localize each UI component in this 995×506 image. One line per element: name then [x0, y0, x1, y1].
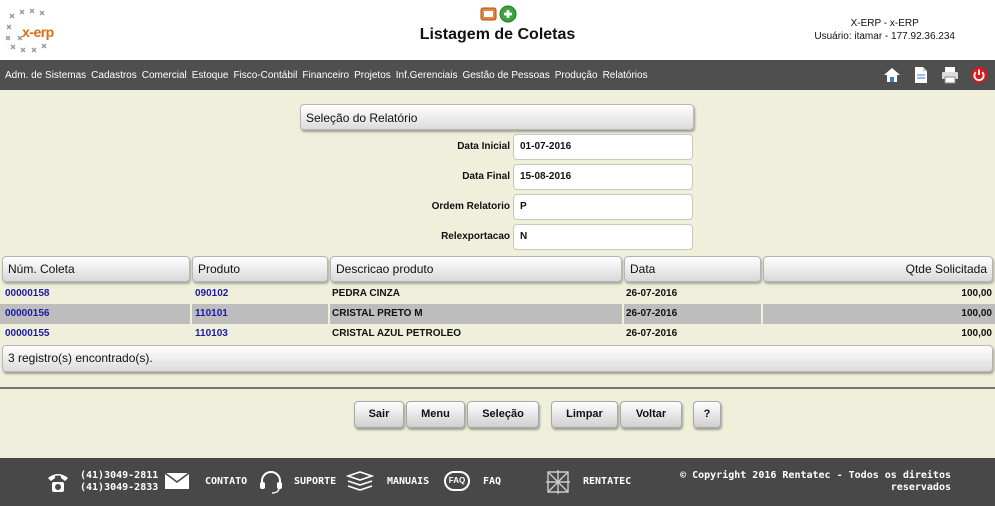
phone-number-1: (41)3049-2811: [80, 470, 159, 481]
row-separator: [622, 304, 624, 324]
toolbar-icons: [873, 66, 989, 84]
menu-gestao-pessoas[interactable]: Gestão de Pessoas: [462, 70, 549, 81]
column-header-qtde[interactable]: Qtde Solicitada: [763, 256, 993, 282]
relexportacao-input[interactable]: N: [513, 224, 693, 250]
faq-link[interactable]: FAQ: [483, 476, 501, 487]
row-separator: [328, 304, 330, 324]
data-inicial-input[interactable]: 01-07-2016: [513, 134, 693, 160]
row-produto-link[interactable]: 110101: [195, 304, 228, 324]
menu-button[interactable]: Menu: [406, 401, 465, 428]
data-final-input[interactable]: 15-08-2016: [513, 164, 693, 190]
phone-number-2: (41)3049-2833: [80, 482, 159, 493]
column-header-coleta[interactable]: Núm. Coleta: [2, 256, 190, 282]
manuais-link[interactable]: MANUAIS: [387, 476, 429, 487]
menubar: Adm. de Sistemas Cadastros Comercial Est…: [0, 60, 995, 90]
ordem-relatorio-label: Ordem Relatorio: [431, 201, 510, 212]
user-name: Usuário: itamar - 177.92.36.234: [814, 31, 955, 42]
column-header-data[interactable]: Data: [624, 256, 761, 282]
row-descricao: CRISTAL AZUL PETROLEO: [332, 328, 462, 339]
suporte-link[interactable]: SUPORTE: [294, 476, 336, 487]
row-coleta-link[interactable]: 00000156: [5, 304, 50, 324]
menu-cadastros[interactable]: Cadastros: [91, 70, 137, 81]
menu-estoque[interactable]: Estoque: [192, 70, 229, 81]
row-data: 26-07-2016: [626, 308, 678, 319]
menu-adm-sistemas[interactable]: Adm. de Sistemas: [5, 70, 86, 81]
row-coleta-link[interactable]: 00000158: [5, 284, 50, 304]
row-produto-link[interactable]: 090102: [195, 284, 228, 304]
table-row[interactable]: 00000156 110101 CRISTAL PRETO M 26-07-20…: [0, 304, 995, 324]
document-icon[interactable]: [911, 66, 931, 84]
row-qtde: 100,00: [961, 288, 992, 299]
row-produto-link[interactable]: 110103: [195, 324, 228, 344]
voltar-button[interactable]: Voltar: [620, 401, 682, 428]
menu-relatorios[interactable]: Relatórios: [603, 70, 648, 81]
limpar-button[interactable]: Limpar: [551, 401, 618, 428]
row-data: 26-07-2016: [626, 328, 678, 339]
home-icon[interactable]: [882, 66, 902, 84]
data-final-label: Data Final: [462, 171, 510, 182]
help-button[interactable]: ?: [693, 401, 721, 428]
table-row[interactable]: 00000155 110103 CRISTAL AZUL PETROLEO 26…: [0, 324, 995, 344]
menu-fisco-contabil[interactable]: Fisco-Contábil: [233, 70, 297, 81]
header-icons: [480, 4, 520, 24]
envelope-icon[interactable]: [164, 472, 190, 490]
main-menu: Adm. de Sistemas Cadastros Comercial Est…: [5, 60, 653, 90]
record-count: 3 registro(s) encontrado(s).: [2, 345, 993, 372]
faq-icon[interactable]: FAQ: [444, 471, 470, 491]
report-selection-title: Seleção do Relatório: [300, 104, 694, 130]
row-qtde: 100,00: [961, 328, 992, 339]
presentation-icon[interactable]: [480, 7, 497, 21]
printer-icon[interactable]: [940, 66, 960, 84]
rentatec-logo-icon[interactable]: [544, 468, 572, 496]
menu-financeiro[interactable]: Financeiro: [302, 70, 349, 81]
row-descricao: CRISTAL PRETO M: [332, 308, 423, 319]
row-descricao: PEDRA CINZA: [332, 288, 400, 299]
books-icon[interactable]: [346, 470, 374, 494]
row-qtde: 100,00: [961, 308, 992, 319]
relexportacao-label: Relexportacao: [441, 231, 510, 242]
header: x-erp Listagem de Coletas X-ERP - x-ERP …: [0, 0, 995, 60]
column-header-descricao[interactable]: Descricao produto: [330, 256, 622, 282]
company-name: X-ERP - x-ERP: [850, 18, 919, 29]
phone-icon: [48, 474, 68, 492]
user-info: X-ERP - x-ERP Usuário: itamar - 177.92.3…: [814, 17, 955, 43]
power-icon[interactable]: [969, 66, 989, 84]
data-inicial-label: Data Inicial: [457, 141, 510, 152]
menu-comercial[interactable]: Comercial: [142, 70, 187, 81]
sair-button[interactable]: Sair: [354, 401, 404, 428]
menu-inf-gerenciais[interactable]: Inf.Gerenciais: [396, 70, 458, 81]
table-row[interactable]: 00000158 090102 PEDRA CINZA 26-07-2016 1…: [0, 284, 995, 304]
menu-projetos[interactable]: Projetos: [354, 70, 391, 81]
copyright-line-1: © Copyright 2016 Rentatec - Todos os dir…: [680, 470, 951, 481]
contato-link[interactable]: CONTATO: [205, 476, 247, 487]
rentatec-link[interactable]: RENTATEC: [583, 476, 631, 487]
selecao-button[interactable]: Seleção: [467, 401, 539, 428]
copyright-line-2: reservados: [890, 482, 951, 493]
section-divider: [0, 387, 995, 389]
menu-producao[interactable]: Produção: [555, 70, 598, 81]
row-separator: [190, 304, 192, 324]
footer-bar: (41)3049-2811 (41)3049-2833 CONTATO SUPO…: [0, 458, 995, 506]
add-icon[interactable]: [499, 5, 517, 23]
row-data: 26-07-2016: [626, 288, 678, 299]
row-coleta-link[interactable]: 00000155: [5, 324, 50, 344]
ordem-relatorio-input[interactable]: P: [513, 194, 693, 220]
headset-icon[interactable]: [258, 470, 284, 494]
column-header-produto[interactable]: Produto: [192, 256, 328, 282]
